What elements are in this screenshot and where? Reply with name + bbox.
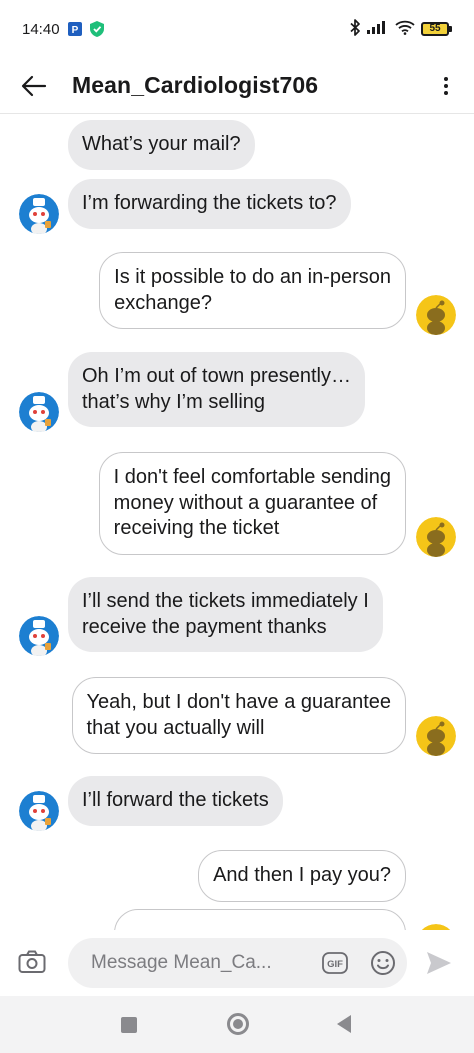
camera-button[interactable] xyxy=(18,950,50,978)
status-time: 14:40 xyxy=(22,20,60,38)
message-bubble-incoming[interactable]: I’ll forward the tickets xyxy=(68,776,283,826)
system-navigation-bar xyxy=(0,996,474,1053)
snoo-avatar-icon xyxy=(19,791,59,831)
message-list[interactable]: What’s your mail? I’m forwarding the tic… xyxy=(0,114,474,930)
avatar-current-user[interactable] xyxy=(416,295,456,335)
snoo-avatar-icon xyxy=(416,517,456,557)
message-composer: GIF xyxy=(0,930,474,996)
message-bubble-outgoing[interactable]: I don't feel comfortable sending money w… xyxy=(98,452,406,555)
gif-button[interactable]: GIF xyxy=(322,952,348,974)
battery-icon: 55 xyxy=(421,22,452,36)
gif-label: GIF xyxy=(327,959,343,970)
camera-icon xyxy=(18,950,46,973)
more-vertical-icon xyxy=(444,76,448,95)
home-button[interactable] xyxy=(227,1013,249,1035)
send-icon xyxy=(427,952,451,974)
svg-text:P: P xyxy=(71,25,78,36)
snoo-avatar-icon xyxy=(19,194,59,234)
message-input[interactable] xyxy=(68,938,407,988)
gif-icon: GIF xyxy=(322,952,348,974)
more-options-button[interactable] xyxy=(434,68,458,104)
send-button[interactable] xyxy=(426,951,452,975)
snoo-avatar-icon xyxy=(416,716,456,756)
emoji-icon xyxy=(371,951,395,975)
message-bubble-incoming[interactable]: I’ll send the tickets immediately I rece… xyxy=(68,577,383,652)
wifi-icon xyxy=(395,20,415,39)
message-bubble-outgoing[interactable]: Is it possible to do an in-person exchan… xyxy=(99,252,406,329)
avatar-current-user[interactable] xyxy=(416,517,456,557)
avatar-other-user[interactable] xyxy=(19,616,59,656)
back-arrow-icon xyxy=(21,75,47,96)
system-back-button[interactable] xyxy=(337,1015,351,1033)
chat-header: Mean_Cardiologist706 xyxy=(0,58,474,114)
avatar-other-user[interactable] xyxy=(19,791,59,831)
back-button[interactable] xyxy=(16,68,52,104)
recents-button[interactable] xyxy=(121,1017,137,1033)
message-bubble-outgoing[interactable]: Yeah, but I don't have a guarantee that … xyxy=(71,677,406,754)
vpn-shield-icon xyxy=(89,21,104,37)
bluetooth-icon xyxy=(350,18,361,40)
paypal-icon: P xyxy=(67,22,82,36)
avatar-current-user[interactable] xyxy=(416,716,456,756)
chat-title: Mean_Cardiologist706 xyxy=(72,72,319,98)
message-bubble-incoming[interactable]: Oh I’m out of town presently… that’s why… xyxy=(68,352,366,427)
battery-level: 55 xyxy=(421,22,449,36)
avatar-other-user[interactable] xyxy=(19,392,59,432)
signal-icon xyxy=(367,20,389,38)
message-bubble-incoming[interactable]: I’m forwarding the tickets to? xyxy=(68,179,351,229)
snoo-avatar-icon xyxy=(416,295,456,335)
emoji-button[interactable] xyxy=(370,950,396,976)
snoo-avatar-icon xyxy=(19,392,59,432)
status-bar: 14:40 P 55 xyxy=(0,0,474,58)
message-bubble-incoming[interactable]: What’s your mail? xyxy=(68,120,255,170)
message-bubble-outgoing[interactable]: And then I pay you? xyxy=(198,850,406,902)
message-bubble-outgoing-partial[interactable] xyxy=(114,909,406,930)
snoo-avatar-icon xyxy=(19,616,59,656)
avatar-other-user[interactable] xyxy=(19,194,59,234)
